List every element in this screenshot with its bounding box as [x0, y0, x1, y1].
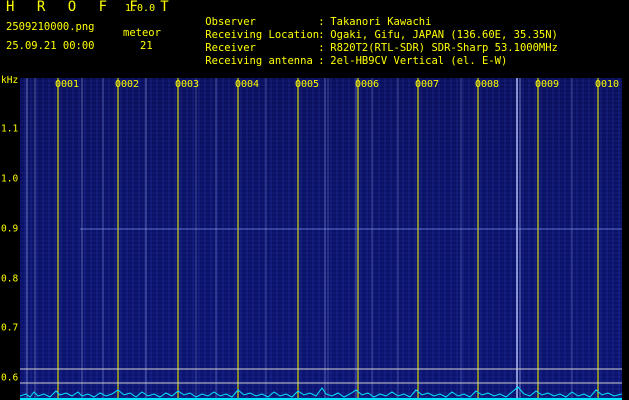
hroft-screen: H R O F F T 1.0.0 2509210000.png meteor … — [0, 0, 629, 400]
spectrogram — [20, 78, 622, 400]
app-version: 1.0.0 — [125, 3, 156, 14]
x-tick-0009: 0009 — [535, 79, 560, 90]
meteor-streaks — [26, 78, 573, 400]
y-tick-1-1: 1.1 — [1, 123, 19, 135]
y-axis-unit: kHz — [1, 75, 19, 86]
spectrum-trace — [20, 386, 622, 398]
x-tick-0010: 0010 — [595, 79, 620, 90]
x-tick-0003: 0003 — [175, 79, 200, 90]
info-antenna-key: Receiving antenna — [205, 54, 313, 67]
y-tick-0-9: 0.9 — [1, 223, 19, 235]
meteor-label: meteor — [123, 27, 161, 39]
file-name: 2509210000.png — [6, 21, 95, 33]
y-tick-0-6: 0.6 — [1, 372, 19, 384]
spectrogram-overlay — [20, 78, 622, 400]
x-tick-0007: 0007 — [415, 79, 440, 90]
date-time: 25.09.21 00:00 — [6, 40, 95, 52]
x-tick-0001: 0001 — [55, 79, 80, 90]
x-tick-0004: 0004 — [235, 79, 260, 90]
x-tick-0008: 0008 — [475, 79, 500, 90]
meteor-count: 21 — [140, 40, 153, 52]
y-tick-0-8: 0.8 — [1, 273, 19, 285]
y-tick-0-7: 0.7 — [1, 322, 19, 334]
x-tick-0002: 0002 — [115, 79, 140, 90]
info-antenna: Receiving antenna:2el-HB9CV Vertical (el… — [205, 54, 508, 67]
y-tick-1-0: 1.0 — [1, 173, 19, 185]
x-tick-0005: 0005 — [295, 79, 320, 90]
x-tick-0006: 0006 — [355, 79, 380, 90]
info-antenna-value: 2el-HB9CV Vertical (el. E-W) — [330, 54, 508, 67]
